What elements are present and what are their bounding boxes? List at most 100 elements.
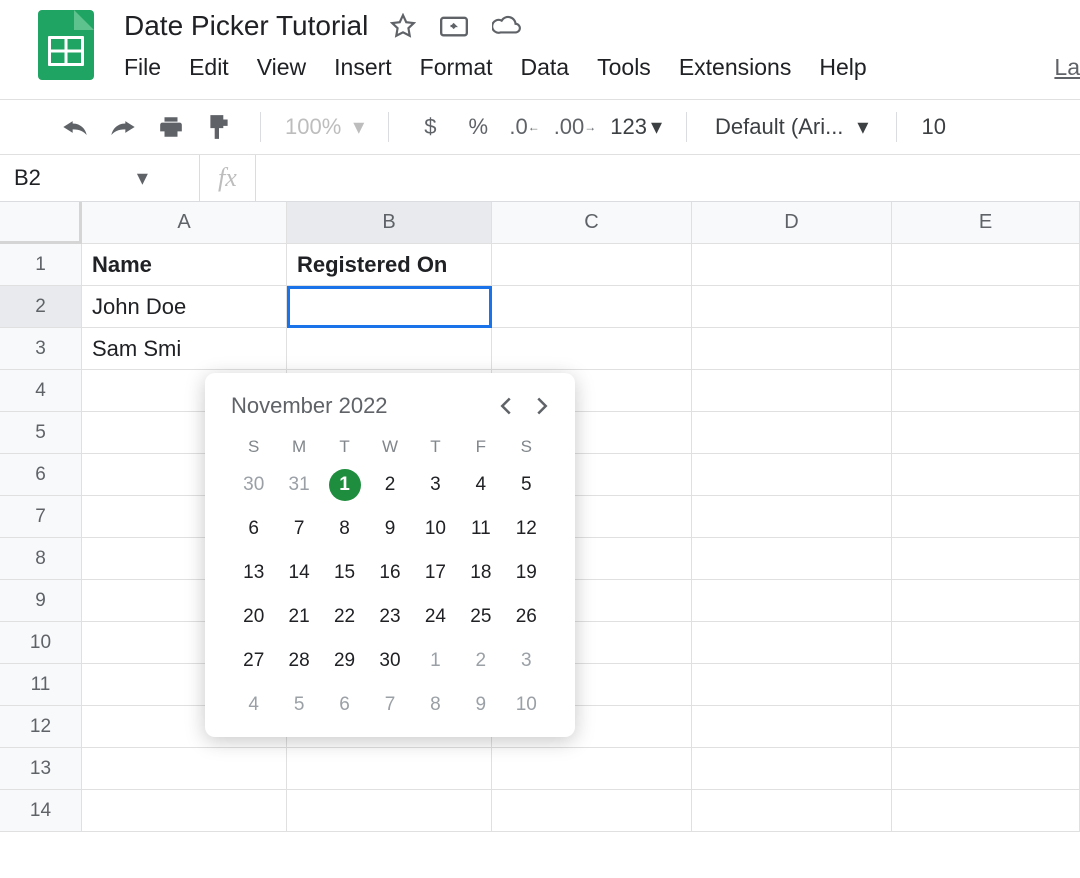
cell-B13[interactable]: [287, 748, 492, 790]
datepicker-day[interactable]: 2: [465, 645, 497, 677]
cell-C13[interactable]: [492, 748, 692, 790]
paint-format-button[interactable]: [202, 110, 236, 144]
cell-D13[interactable]: [692, 748, 892, 790]
cell-D4[interactable]: [692, 370, 892, 412]
datepicker-day[interactable]: 10: [510, 689, 542, 721]
menu-insert[interactable]: Insert: [334, 54, 392, 81]
datepicker-day[interactable]: 7: [374, 689, 406, 721]
datepicker-day[interactable]: 6: [238, 513, 270, 545]
datepicker-day[interactable]: 17: [419, 557, 451, 589]
move-to-folder-icon[interactable]: [440, 14, 468, 38]
cell-E2[interactable]: [892, 286, 1080, 328]
zoom-select[interactable]: 100% ▾: [285, 114, 364, 140]
cell-E7[interactable]: [892, 496, 1080, 538]
row-header-14[interactable]: 14: [0, 790, 82, 832]
datepicker-day[interactable]: 26: [510, 601, 542, 633]
cell-A2[interactable]: John Doe: [82, 286, 287, 328]
cell-C2[interactable]: [492, 286, 692, 328]
prev-month-button[interactable]: [499, 396, 513, 416]
menu-tools[interactable]: Tools: [597, 54, 651, 81]
menu-data[interactable]: Data: [521, 54, 570, 81]
row-header-2[interactable]: 2: [0, 286, 82, 328]
datepicker-day[interactable]: 30: [374, 645, 406, 677]
cell-E13[interactable]: [892, 748, 1080, 790]
datepicker-day[interactable]: 8: [419, 689, 451, 721]
row-header-11[interactable]: 11: [0, 664, 82, 706]
datepicker-day[interactable]: 18: [465, 557, 497, 589]
date-picker-month-label[interactable]: November 2022: [231, 393, 388, 419]
row-header-8[interactable]: 8: [0, 538, 82, 580]
cell-D2[interactable]: [692, 286, 892, 328]
cell-E12[interactable]: [892, 706, 1080, 748]
column-header-D[interactable]: D: [692, 202, 892, 244]
datepicker-day[interactable]: 1: [329, 469, 361, 501]
cell-D14[interactable]: [692, 790, 892, 832]
cell-D7[interactable]: [692, 496, 892, 538]
cell-D11[interactable]: [692, 664, 892, 706]
datepicker-day[interactable]: 28: [283, 645, 315, 677]
row-header-5[interactable]: 5: [0, 412, 82, 454]
cell-B14[interactable]: [287, 790, 492, 832]
font-size-input[interactable]: 10: [921, 114, 945, 140]
column-header-A[interactable]: A: [82, 202, 287, 244]
datepicker-day[interactable]: 4: [465, 469, 497, 501]
cell-D9[interactable]: [692, 580, 892, 622]
datepicker-day[interactable]: 8: [329, 513, 361, 545]
datepicker-day[interactable]: 5: [510, 469, 542, 501]
datepicker-day[interactable]: 9: [374, 513, 406, 545]
datepicker-day[interactable]: 25: [465, 601, 497, 633]
cell-B3[interactable]: [287, 328, 492, 370]
cell-C1[interactable]: [492, 244, 692, 286]
cell-E1[interactable]: [892, 244, 1080, 286]
row-header-7[interactable]: 7: [0, 496, 82, 538]
cell-E9[interactable]: [892, 580, 1080, 622]
row-header-12[interactable]: 12: [0, 706, 82, 748]
datepicker-day[interactable]: 7: [283, 513, 315, 545]
datepicker-day[interactable]: 24: [419, 601, 451, 633]
datepicker-day[interactable]: 20: [238, 601, 270, 633]
redo-button[interactable]: [106, 110, 140, 144]
undo-button[interactable]: [58, 110, 92, 144]
menu-edit[interactable]: Edit: [189, 54, 229, 81]
formula-bar-input[interactable]: [256, 155, 1080, 201]
menu-extensions[interactable]: Extensions: [679, 54, 792, 81]
decrease-decimals-button[interactable]: .0←: [509, 110, 539, 144]
cell-C14[interactable]: [492, 790, 692, 832]
datepicker-day[interactable]: 29: [329, 645, 361, 677]
cell-E5[interactable]: [892, 412, 1080, 454]
row-header-1[interactable]: 1: [0, 244, 82, 286]
cell-D12[interactable]: [692, 706, 892, 748]
cell-E8[interactable]: [892, 538, 1080, 580]
cell-C3[interactable]: [492, 328, 692, 370]
datepicker-day[interactable]: 3: [419, 469, 451, 501]
cloud-status-icon[interactable]: [492, 15, 522, 37]
datepicker-day[interactable]: 15: [329, 557, 361, 589]
star-icon[interactable]: [390, 13, 416, 39]
currency-format-button[interactable]: $: [413, 110, 447, 144]
cell-E6[interactable]: [892, 454, 1080, 496]
row-header-10[interactable]: 10: [0, 622, 82, 664]
row-header-9[interactable]: 9: [0, 580, 82, 622]
datepicker-day[interactable]: 9: [465, 689, 497, 721]
datepicker-day[interactable]: 31: [283, 469, 315, 501]
cell-B2[interactable]: [287, 286, 492, 328]
datepicker-day[interactable]: 1: [419, 645, 451, 677]
datepicker-day[interactable]: 10: [419, 513, 451, 545]
font-family-select[interactable]: Default (Ari... ▾: [711, 114, 872, 140]
datepicker-day[interactable]: 4: [238, 689, 270, 721]
cell-A14[interactable]: [82, 790, 287, 832]
cell-E4[interactable]: [892, 370, 1080, 412]
datepicker-day[interactable]: 5: [283, 689, 315, 721]
datepicker-day[interactable]: 30: [238, 469, 270, 501]
datepicker-day[interactable]: 12: [510, 513, 542, 545]
cell-E3[interactable]: [892, 328, 1080, 370]
increase-decimals-button[interactable]: .00→: [554, 110, 597, 144]
datepicker-day[interactable]: 13: [238, 557, 270, 589]
cell-A1[interactable]: Name: [82, 244, 287, 286]
column-header-E[interactable]: E: [892, 202, 1080, 244]
datepicker-day[interactable]: 14: [283, 557, 315, 589]
percent-format-button[interactable]: %: [461, 110, 495, 144]
datepicker-day[interactable]: 19: [510, 557, 542, 589]
datepicker-day[interactable]: 3: [510, 645, 542, 677]
cell-D6[interactable]: [692, 454, 892, 496]
